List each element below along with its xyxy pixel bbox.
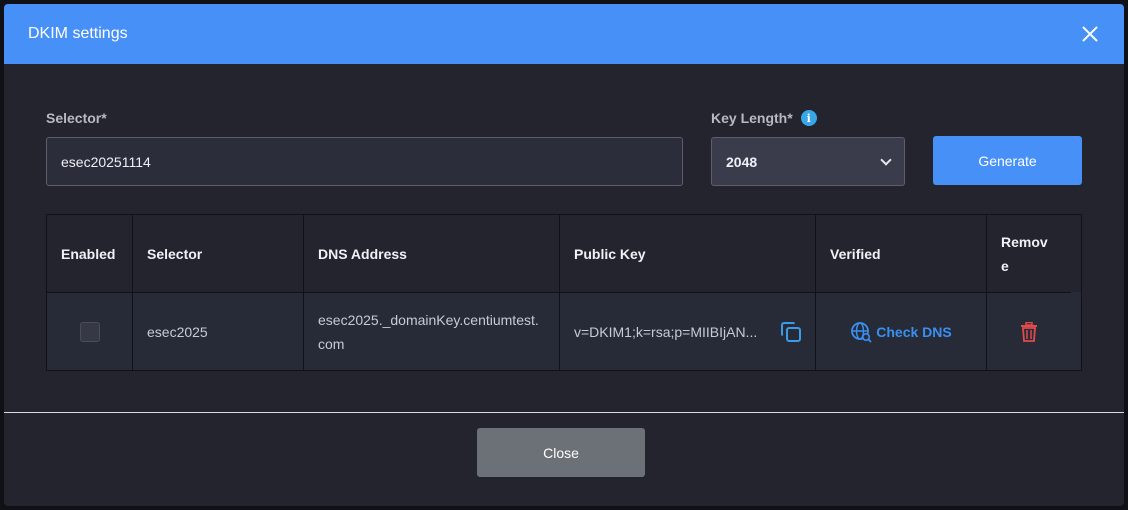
dkim-table: Enabled Selector DNS Address Public Key … <box>46 214 1082 371</box>
selector-input[interactable]: esec20251114 <box>46 137 683 186</box>
copy-icon[interactable] <box>781 321 801 342</box>
key-length-select[interactable]: 2048 <box>711 137 905 186</box>
dns-address-cell: esec2025._domainKey.centiumtest.com <box>304 292 560 370</box>
close-icon[interactable] <box>1080 24 1100 44</box>
trash-icon[interactable] <box>1020 321 1038 342</box>
header-dns-address: DNS Address <box>304 215 560 292</box>
close-button[interactable]: Close <box>477 428 645 477</box>
header-verified: Verified <box>816 215 987 292</box>
table-header-row: Enabled Selector DNS Address Public Key … <box>47 215 1081 292</box>
key-length-value: 2048 <box>726 153 758 170</box>
globe-search-icon <box>851 321 872 343</box>
modal-header: DKIM settings <box>4 4 1124 64</box>
header-selector: Selector <box>133 215 304 292</box>
remove-cell <box>987 292 1071 370</box>
header-remove: Remov e <box>987 215 1071 292</box>
table-row: esec2025 esec2025._domainKey.centiumtest… <box>47 292 1081 370</box>
header-public-key: Public Key <box>560 215 816 292</box>
selector-label: Selector* <box>46 110 107 126</box>
modal-title: DKIM settings <box>28 25 128 42</box>
enabled-cell <box>47 292 133 370</box>
check-dns-button[interactable]: Check DNS <box>850 321 952 343</box>
header-remove-line1: Remov <box>1001 233 1048 250</box>
header-enabled: Enabled <box>47 215 133 292</box>
chevron-down-icon <box>880 153 892 166</box>
header-remove-line2: e <box>1001 257 1009 274</box>
verified-cell: Check DNS <box>816 292 987 370</box>
check-dns-label: Check DNS <box>876 323 952 340</box>
dkim-settings-modal: DKIM settings Selector* esec20251114 Key… <box>4 4 1124 506</box>
generate-button[interactable]: Generate <box>933 136 1082 185</box>
footer-divider <box>4 412 1124 413</box>
enabled-checkbox[interactable] <box>79 321 100 342</box>
info-icon[interactable]: i <box>800 110 817 126</box>
public-key-wrapper: v=DKIM1;k=rsa;p=MIIBIjAN... <box>574 321 801 342</box>
key-length-label-text: Key Length* <box>711 110 793 126</box>
public-key-cell: v=DKIM1;k=rsa;p=MIIBIjAN... <box>560 292 816 370</box>
key-length-label: Key Length* i <box>711 110 817 126</box>
selector-cell: esec2025 <box>133 292 304 370</box>
public-key-text: v=DKIM1;k=rsa;p=MIIBIjAN... <box>574 323 758 340</box>
